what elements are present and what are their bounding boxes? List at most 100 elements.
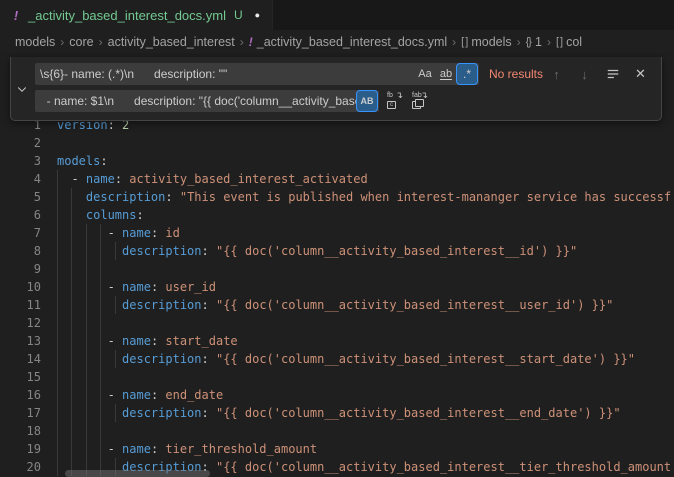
code-line[interactable]: 10 - name: user_id — [0, 278, 674, 296]
indent-guide — [57, 368, 58, 386]
replace-all-icon[interactable]: fab↴ — [411, 92, 429, 110]
line-number: 9 — [0, 260, 41, 278]
code-line[interactable]: 11 description: "{{ doc('column__activit… — [0, 296, 674, 314]
code-area[interactable]: 1version: 223models:4 - name: activity_b… — [0, 116, 674, 476]
indent-guide — [57, 260, 58, 278]
code-line[interactable]: 17 description: "{{ doc('column__activit… — [0, 404, 674, 422]
breadcrumb-separator: › — [517, 35, 521, 49]
line-number: 19 — [0, 440, 41, 458]
code-line[interactable]: 9 — [0, 260, 674, 278]
indent-guide — [86, 260, 87, 278]
indent-guide — [100, 386, 101, 404]
code-line[interactable]: 12 — [0, 314, 674, 332]
tab-bar: ! _activity_based_interest_docs.yml U ● — [0, 0, 674, 30]
breadcrumb-label: col — [566, 35, 582, 49]
replace-buttons: fb↴c fab↴ — [386, 92, 429, 110]
code-line[interactable]: 8 description: "{{ doc('column__activity… — [0, 242, 674, 260]
code-line[interactable]: 3models: — [0, 152, 674, 170]
line-number: 2 — [0, 134, 41, 152]
modified-dot-close-button[interactable]: ● — [255, 10, 260, 20]
indent-guide — [86, 242, 87, 260]
breadcrumb-item-activity_based_interest[interactable]: activity_based_interest — [108, 35, 235, 49]
indent-guide — [71, 422, 72, 440]
code-line-text: description: "{{ doc('column__activity_b… — [57, 242, 577, 260]
indent-guide — [71, 350, 72, 368]
editor-pane[interactable]: \s{6}- name: (.*)\n description: "" Aa a… — [0, 53, 674, 477]
next-match-icon[interactable]: ↓ — [576, 66, 593, 83]
indent-guide — [57, 458, 58, 476]
breadcrumb-separator: › — [60, 35, 64, 49]
horizontal-scrollbar-thumb[interactable] — [65, 470, 210, 477]
indent-guide — [57, 206, 58, 224]
line-number: 14 — [0, 350, 41, 368]
indent-guide — [57, 296, 58, 314]
breadcrumb-item-_activity_based_interest_docs.yml[interactable]: !_activity_based_interest_docs.yml — [249, 35, 447, 49]
code-line[interactable]: 15 — [0, 368, 674, 386]
indent-guide — [57, 242, 58, 260]
code-line-text: models: — [57, 152, 108, 170]
match-case-icon[interactable]: Aa — [415, 64, 435, 84]
indent-guide — [86, 278, 87, 296]
find-in-selection-icon[interactable] — [604, 66, 621, 83]
previous-match-icon[interactable]: ↑ — [548, 66, 565, 83]
code-line[interactable]: 14 description: "{{ doc('column__activit… — [0, 350, 674, 368]
code-line[interactable]: 18 — [0, 422, 674, 440]
replace-one-icon[interactable]: fb↴c — [386, 92, 404, 110]
indent-guide — [57, 188, 58, 206]
indent-guide — [86, 296, 87, 314]
find-replace-widget: \s{6}- name: (.*)\n description: "" Aa a… — [10, 57, 662, 121]
breadcrumb-item-1[interactable]: {}1 — [526, 35, 542, 49]
breadcrumb-label: activity_based_interest — [108, 35, 235, 49]
indent-guide — [115, 242, 116, 260]
toggle-replace-chevron-down-icon[interactable] — [13, 80, 31, 98]
symbol-array-icon: [ ] — [556, 36, 562, 48]
preserve-case-icon[interactable]: AB — [357, 91, 377, 111]
breadcrumb-label: models — [471, 35, 511, 49]
line-number: 16 — [0, 386, 41, 404]
replace-input[interactable]: - name: $1\n description: "{{ doc('colum… — [35, 90, 379, 112]
indent-guide — [86, 404, 87, 422]
line-number: 5 — [0, 188, 41, 206]
breadcrumb-separator: › — [240, 35, 244, 49]
code-line-text: - name: tier_threshold_amount — [57, 440, 317, 458]
breadcrumb-item-core[interactable]: core — [69, 35, 93, 49]
indent-guide — [57, 170, 58, 188]
code-line[interactable]: 6 columns: — [0, 206, 674, 224]
replace-row: - name: $1\n description: "{{ doc('colum… — [35, 90, 653, 112]
indent-guide — [100, 368, 101, 386]
breadcrumb-item-models[interactable]: models — [15, 35, 55, 49]
find-input[interactable]: \s{6}- name: (.*)\n description: "" Aa a… — [35, 63, 479, 85]
indent-guide — [71, 404, 72, 422]
indent-guide — [71, 440, 72, 458]
indent-guide — [100, 332, 101, 350]
code-line[interactable]: 7 - name: id — [0, 224, 674, 242]
line-number: 6 — [0, 206, 41, 224]
regex-icon[interactable]: .* — [457, 64, 477, 84]
code-line[interactable]: 4 - name: activity_based_interest_activa… — [0, 170, 674, 188]
symbol-array-icon: [ ] — [461, 36, 467, 48]
find-input-value: \s{6}- name: (.*)\n description: "" — [40, 67, 414, 81]
indent-guide — [57, 350, 58, 368]
code-line-text: - name: start_date — [57, 332, 238, 350]
code-line[interactable]: 19 - name: tier_threshold_amount — [0, 440, 674, 458]
indent-guide — [100, 224, 101, 242]
code-line[interactable]: 2 — [0, 134, 674, 152]
code-line-text: description: "This event is published wh… — [57, 188, 671, 206]
breadcrumb-item-models[interactable]: [ ] models — [461, 35, 511, 49]
indent-guide — [100, 314, 101, 332]
replace-input-value: - name: $1\n description: "{{ doc('colum… — [40, 94, 356, 108]
code-line[interactable]: 13 - name: start_date — [0, 332, 674, 350]
indent-guide — [57, 224, 58, 242]
close-icon[interactable]: ✕ — [632, 66, 649, 83]
indent-guide — [100, 440, 101, 458]
tab-activity-based-interest-docs[interactable]: ! _activity_based_interest_docs.yml U ● — [0, 0, 273, 30]
code-line[interactable]: 5 description: "This event is published … — [0, 188, 674, 206]
indent-guide — [86, 386, 87, 404]
whole-word-icon[interactable]: ab — [436, 64, 456, 84]
breadcrumb-item-col[interactable]: [ ] col — [556, 35, 582, 49]
indent-guide — [71, 224, 72, 242]
line-number: 12 — [0, 314, 41, 332]
indent-guide — [86, 422, 87, 440]
code-line[interactable]: 16 - name: end_date — [0, 386, 674, 404]
line-number: 11 — [0, 296, 41, 314]
